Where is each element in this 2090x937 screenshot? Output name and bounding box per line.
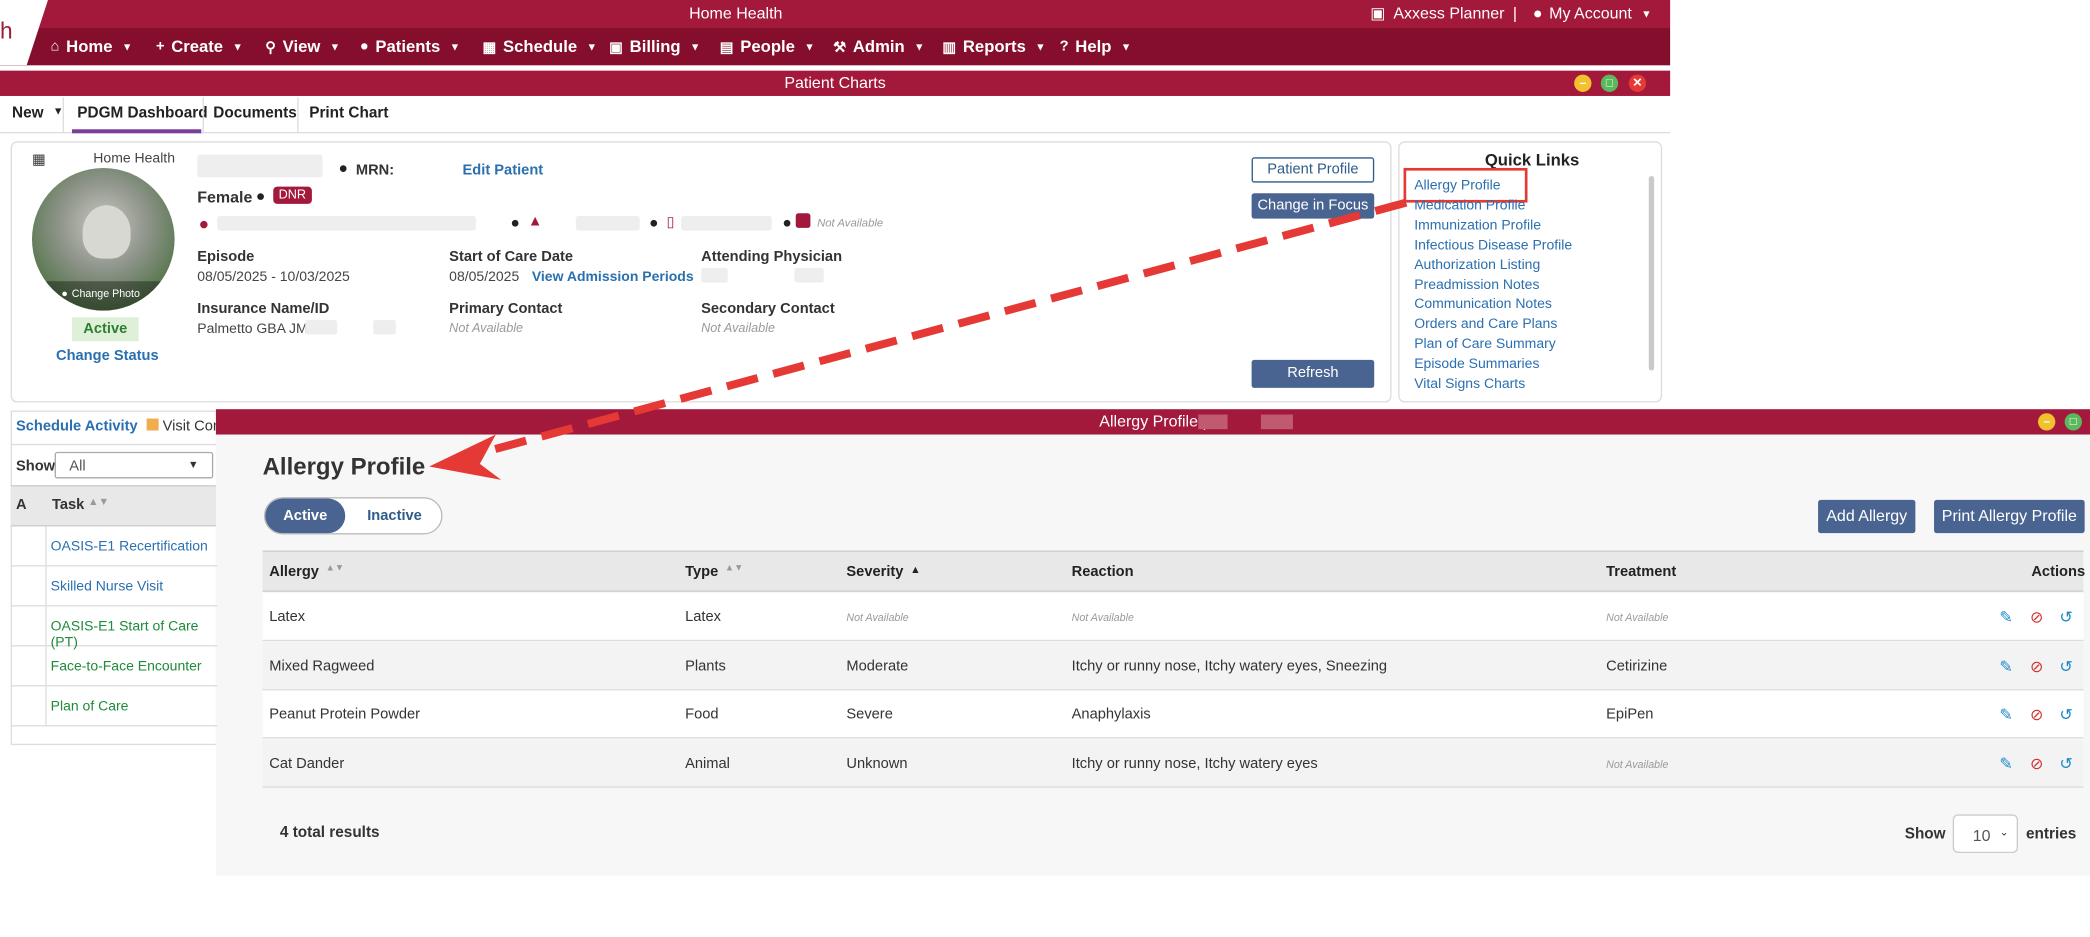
caret-down-icon: ▼ bbox=[329, 40, 341, 53]
cell-type: Plants bbox=[685, 657, 726, 674]
nav-label: Patients bbox=[375, 37, 441, 56]
nav-billing[interactable]: ▣ Billing ▼ bbox=[609, 37, 700, 56]
chart-icon: ▥ bbox=[942, 39, 957, 56]
edit-icon[interactable]: ✎ bbox=[1999, 608, 2012, 627]
table-row: Latex Latex Not Available Not Available Not … bbox=[262, 593, 2084, 642]
nav-label: Admin bbox=[852, 37, 905, 56]
quick-link[interactable]: Orders and Care Plans bbox=[1414, 316, 1557, 332]
nav-help[interactable]: ? Help ▼ bbox=[1060, 37, 1132, 56]
history-icon[interactable]: ↺ bbox=[2059, 705, 2072, 724]
cell-treatment: EpiPen bbox=[1606, 706, 1654, 723]
edit-icon[interactable]: ✎ bbox=[1999, 754, 2012, 773]
quick-link[interactable]: Plan of Care Summary bbox=[1414, 336, 1556, 352]
money-icon: ▣ bbox=[609, 39, 624, 56]
annotation-arrow bbox=[429, 198, 1408, 480]
table-row: Mixed Ragweed Plants Moderate Itchy or runn… bbox=[262, 641, 2084, 690]
nav-reports[interactable]: ▥ Reports ▼ bbox=[942, 37, 1045, 56]
nav-label: Reports bbox=[962, 37, 1026, 56]
cell-severity: Moderate bbox=[846, 657, 909, 674]
table-row: Peanut Protein Powder Food Severe Anaphylax… bbox=[262, 690, 2084, 739]
table-row[interactable]: OASIS-E1 Start of Care (PT) bbox=[10, 606, 218, 650]
nav-label: View bbox=[282, 37, 321, 56]
quick-link[interactable]: Vital Signs Charts bbox=[1414, 376, 1525, 392]
quick-link[interactable]: Communication Notes bbox=[1414, 296, 1552, 312]
table-row[interactable]: Plan of Care bbox=[10, 686, 218, 727]
caret-down-icon: ▼ bbox=[1035, 40, 1046, 53]
nav-label: Billing bbox=[629, 37, 681, 56]
nav-admin[interactable]: ⚒ Admin ▼ bbox=[833, 37, 925, 56]
nav-label: Create bbox=[171, 37, 224, 56]
task-link[interactable]: Plan of Care bbox=[51, 698, 129, 714]
cell-severity: Not Available bbox=[846, 611, 909, 624]
task-link[interactable]: Skilled Nurse Visit bbox=[51, 578, 164, 594]
task-link[interactable]: Face-to-Face Encounter bbox=[51, 658, 202, 674]
home-icon: ⌂ bbox=[50, 38, 60, 55]
cell-type: Animal bbox=[685, 755, 730, 772]
calendar-icon: ▦ bbox=[482, 39, 497, 56]
caret-down-icon: ▼ bbox=[232, 40, 243, 53]
cell-allergy: Cat Dander bbox=[269, 755, 345, 772]
table-row: Cat Dander Animal Unknown Itchy or runny no… bbox=[262, 739, 2084, 788]
search-icon: ⚲ bbox=[265, 39, 276, 56]
nav-label: Schedule bbox=[503, 37, 578, 56]
deactivate-icon[interactable]: ⊘ bbox=[2030, 656, 2043, 675]
task-link[interactable]: OASIS-E1 Recertification bbox=[51, 538, 208, 554]
quick-link[interactable]: Medication Profile bbox=[1414, 197, 1525, 213]
history-icon[interactable]: ↺ bbox=[2059, 754, 2072, 773]
nav-create[interactable]: + Create ▼ bbox=[156, 37, 243, 56]
quick-link[interactable]: Episode Summaries bbox=[1414, 356, 1539, 372]
nav-label: Home bbox=[66, 37, 113, 56]
cell-reaction: Itchy or runny nose, Itchy watery eyes bbox=[1071, 755, 1318, 772]
table-row[interactable]: Skilled Nurse Visit bbox=[10, 566, 218, 607]
cell-type: Latex bbox=[685, 609, 721, 626]
quick-link[interactable]: Immunization Profile bbox=[1414, 217, 1541, 233]
help-icon: ? bbox=[1059, 38, 1069, 55]
cell-treatment: Not Available bbox=[1606, 611, 1669, 624]
user-icon: ● bbox=[359, 38, 369, 55]
quick-link[interactable]: Preadmission Notes bbox=[1414, 277, 1539, 293]
cell-severity: Severe bbox=[846, 706, 893, 723]
nav-label: People bbox=[740, 37, 795, 56]
nav-patients[interactable]: ● Patients ▼ bbox=[360, 37, 460, 56]
cell-allergy: Latex bbox=[269, 609, 306, 626]
wrench-icon: ⚒ bbox=[833, 39, 847, 56]
deactivate-icon[interactable]: ⊘ bbox=[2030, 754, 2043, 773]
caret-down-icon: ▼ bbox=[586, 40, 598, 53]
plus-icon: + bbox=[155, 38, 165, 55]
deactivate-icon[interactable]: ⊘ bbox=[2030, 705, 2043, 724]
nav-people[interactable]: ▤ People ▼ bbox=[720, 37, 815, 56]
caret-down-icon: ▼ bbox=[914, 40, 925, 53]
nav-label: Help bbox=[1075, 37, 1112, 56]
nav-schedule[interactable]: ▦ Schedule ▼ bbox=[483, 37, 598, 56]
table-row[interactable]: Face-to-Face Encounter bbox=[10, 646, 218, 687]
edit-icon[interactable]: ✎ bbox=[1999, 656, 2012, 675]
caret-down-icon: ▼ bbox=[449, 40, 461, 53]
nav-view[interactable]: ⚲ View ▼ bbox=[265, 37, 340, 56]
caret-down-icon: ▼ bbox=[804, 40, 815, 53]
deactivate-icon[interactable]: ⊘ bbox=[2030, 608, 2043, 627]
caret-down-icon: ▼ bbox=[689, 40, 701, 53]
cell-reaction: Anaphylaxis bbox=[1071, 706, 1151, 723]
cell-treatment: Cetirizine bbox=[1606, 657, 1668, 674]
cell-allergy: Mixed Ragweed bbox=[269, 657, 375, 674]
history-icon[interactable]: ↺ bbox=[2059, 656, 2072, 675]
cell-allergy: Peanut Protein Powder bbox=[269, 706, 421, 723]
nav-home[interactable]: ⌂ Home ▼ bbox=[51, 37, 133, 56]
cell-treatment: Not Available bbox=[1606, 757, 1669, 770]
edit-icon[interactable]: ✎ bbox=[1999, 705, 2012, 724]
quick-link[interactable]: Authorization Listing bbox=[1414, 257, 1540, 273]
caret-down-icon: ▼ bbox=[1120, 40, 1132, 53]
cell-type: Food bbox=[685, 706, 719, 723]
id-card-icon: ▤ bbox=[719, 39, 734, 56]
cell-reaction: Not Available bbox=[1071, 611, 1134, 624]
table-row[interactable]: OASIS-E1 Recertification bbox=[10, 526, 218, 567]
quick-link[interactable]: Allergy Profile bbox=[1414, 177, 1500, 193]
history-icon[interactable]: ↺ bbox=[2059, 608, 2072, 627]
caret-down-icon: ▼ bbox=[121, 40, 133, 53]
cell-reaction: Itchy or runny nose, Itchy watery eyes, … bbox=[1071, 657, 1388, 674]
cell-severity: Unknown bbox=[846, 755, 908, 772]
quick-link[interactable]: Infectious Disease Profile bbox=[1414, 237, 1572, 253]
